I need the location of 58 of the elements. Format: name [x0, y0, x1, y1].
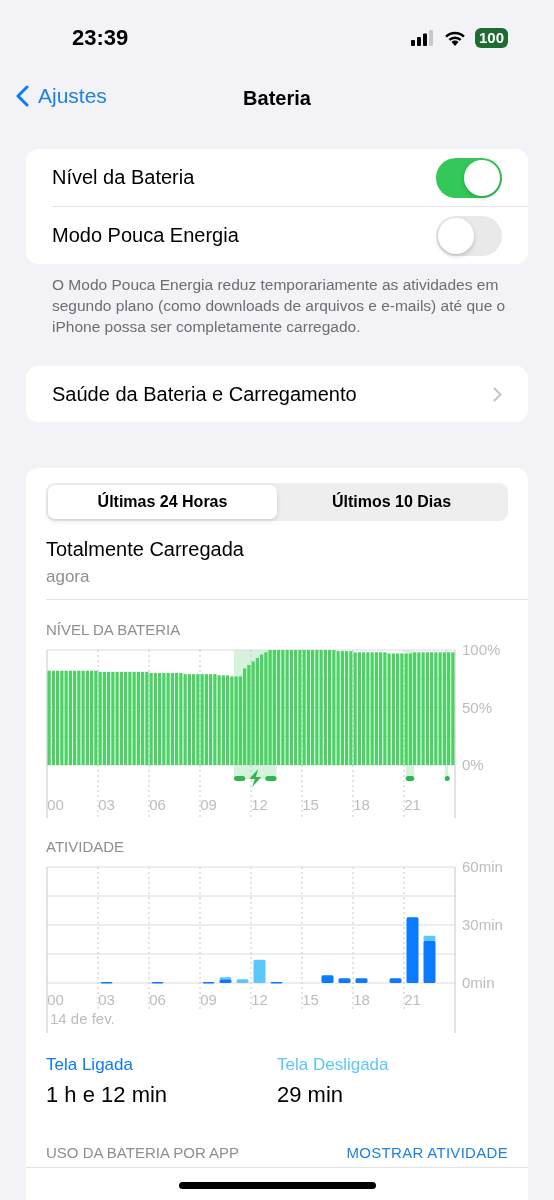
axis-label: 00 [47, 796, 64, 813]
page-title: Bateria [243, 86, 311, 110]
activity-bar [355, 978, 368, 983]
legend-label: Tela Ligada [46, 1055, 134, 1075]
activity-bar [389, 978, 402, 983]
axis-label: 0% [462, 756, 484, 773]
period-tab[interactable]: Últimos 10 Dias [277, 485, 506, 519]
activity-bar [321, 975, 334, 983]
toggle-switch[interactable] [436, 215, 502, 256]
chart-heading: ATIVIDADE [46, 838, 126, 855]
charge-time: agora [46, 567, 91, 587]
charging-indicator [405, 776, 415, 781]
axis-label: 18 [353, 991, 370, 1008]
activity-bar [338, 978, 351, 983]
charging-indicator [444, 776, 450, 781]
activity-bar [253, 959, 266, 983]
battery-health-row[interactable]: Saúde da Bateria e Carregamento [26, 366, 528, 422]
charging-indicator [234, 769, 277, 787]
back-button[interactable]: Ajustes [16, 84, 107, 108]
axis-label: 60min [462, 859, 503, 875]
toggle-switch[interactable] [436, 157, 502, 198]
settings-note: O Modo Pouca Energia reduz temporariamente as atividades em segundo plano (como downloads de arquivos e e-mails) até que o iPhone possa ser completamente carregado. [52, 275, 507, 337]
axis-label: 09 [200, 991, 217, 1008]
period-tab[interactable]: Últimas 24 Horas [48, 485, 277, 519]
setting-label: Nível da Bateria [52, 166, 195, 189]
axis-label: 18 [353, 796, 370, 813]
chart-heading: NÍVEL DA BATERIA [46, 621, 182, 638]
axis-label: 15 [302, 796, 319, 813]
axis-label: 06 [149, 796, 166, 813]
axis-label: 50% [462, 698, 493, 716]
chevron-left-icon [16, 85, 29, 107]
axis-label: 15 [302, 991, 319, 1008]
axis-label: 09 [200, 796, 217, 813]
axis-label: 03 [98, 796, 115, 813]
axis-label: 21 [404, 796, 421, 813]
axis-label: 30min [462, 916, 503, 933]
status-time: 23:39 [72, 25, 129, 51]
axis-label: 100% [462, 642, 501, 658]
charge-status: Totalmente Carregada [46, 538, 245, 561]
axis-label: 03 [98, 991, 115, 1008]
stat-value: 29 min [277, 1082, 345, 1108]
axis-label: 0min [462, 974, 495, 991]
axis-label: 21 [404, 991, 421, 1008]
axis-label: 12 [251, 991, 268, 1008]
legend-label: Tela Desligada [277, 1055, 390, 1075]
activity-bar [236, 979, 249, 983]
stat-value: 1 h e 12 min [46, 1082, 169, 1108]
activity-bar [406, 917, 419, 983]
date-label: 14 de fev. [50, 1010, 115, 1027]
chevron-right-icon [493, 386, 502, 402]
battery-indicator: 100 [474, 28, 508, 48]
axis-label: 12 [251, 796, 268, 813]
show-activity-link[interactable]: MOSTRAR ATIVIDADE [346, 1144, 508, 1161]
section-heading: USO DA BATERIA POR APP [46, 1144, 240, 1161]
signal-icon [410, 30, 435, 46]
setting-label: Modo Pouca Energia [52, 224, 239, 247]
axis-label: 06 [149, 991, 166, 1008]
axis-label: 00 [47, 991, 64, 1008]
